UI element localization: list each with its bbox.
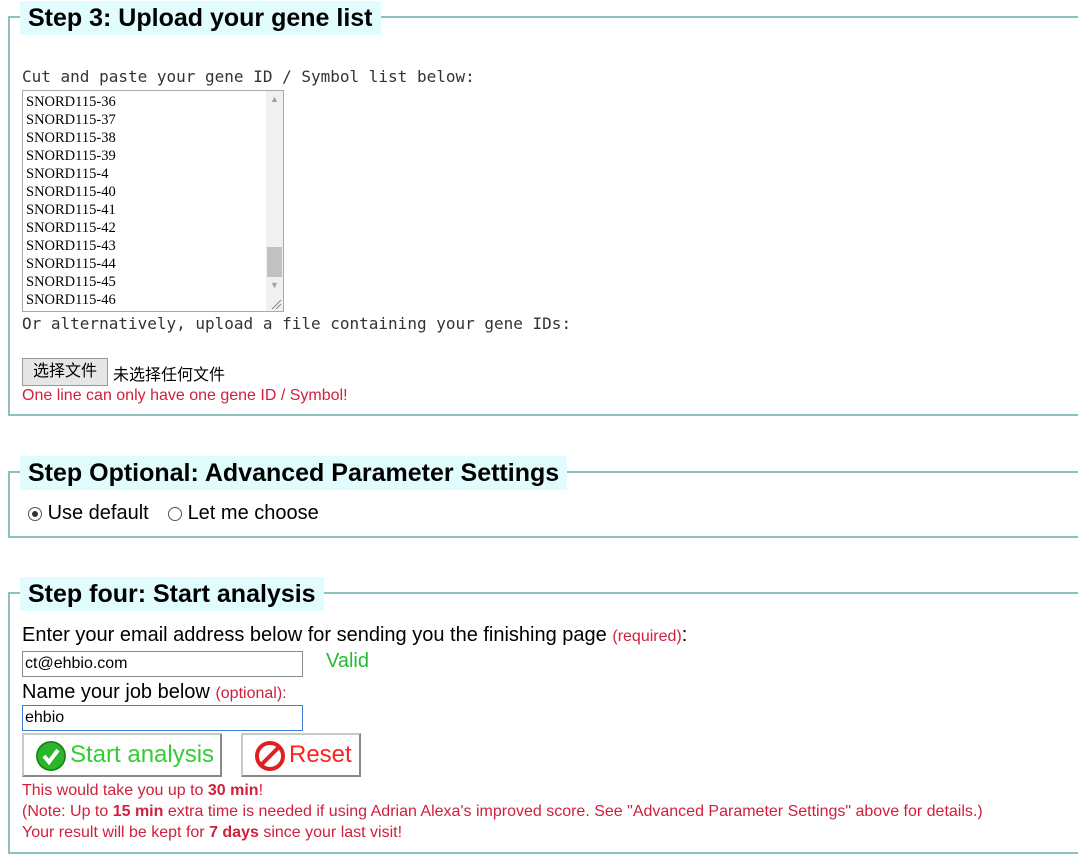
email-valid-status: Valid	[326, 650, 369, 672]
gene-list-line: SNORD115-38	[26, 130, 116, 146]
time-note: This would take you up to 30 min!	[22, 780, 263, 801]
email-input[interactable]: ct@ehbio.com	[22, 651, 303, 677]
radio-unchecked-icon[interactable]	[168, 506, 182, 521]
email-label-line: Enter your email address below for sendi…	[22, 624, 687, 647]
job-label-line: Name your job below (optional):	[22, 681, 287, 704]
gene-list-line: SNORD115-46	[26, 292, 116, 308]
scroll-thumb[interactable]	[267, 247, 282, 277]
radio-use-default[interactable]: Use default	[28, 502, 149, 525]
gene-list-line: SNORD115-4	[26, 166, 109, 182]
radio-checked-icon[interactable]	[28, 506, 42, 521]
reset-label: Reset	[289, 741, 352, 768]
retention-post: since your last visit!	[258, 824, 403, 841]
extra-time-note: (Note: Up to 15 min extra time is needed…	[22, 801, 983, 822]
textarea-scrollbar[interactable]: ▲ ▼	[266, 91, 283, 296]
radio-use-default-label: Use default	[47, 502, 149, 524]
job-label: Name your job below	[22, 681, 210, 703]
optional-tag: (optional):	[215, 685, 287, 702]
step3-section: Step 3: Upload your gene list Cut and pa…	[8, 1, 1078, 416]
gene-list-lines: SNORD115-36 SNORD115-37 SNORD115-38 SNORD11…	[26, 93, 116, 309]
gene-list-line: SNORD115-40	[26, 184, 116, 200]
gene-list-line: SNORD115-45	[26, 274, 116, 290]
gene-list-textarea[interactable]: SNORD115-36 SNORD115-37 SNORD115-38 SNORD11…	[22, 90, 284, 312]
retention-note: Your result will be kept for 7 days sinc…	[22, 822, 402, 843]
time-note-bold: 30 min	[207, 782, 259, 799]
paste-label: Cut and paste your gene ID / Symbol list…	[22, 67, 475, 86]
upload-label: Or alternatively, upload a file containi…	[22, 314, 572, 333]
choose-file-button[interactable]: 选择文件	[22, 358, 108, 386]
step4-section: Step four: Start analysis Enter your ema…	[8, 577, 1078, 854]
extra-time-post: extra time is needed if using Adrian Ale…	[163, 803, 983, 820]
step3-legend: Step 3: Upload your gene list	[20, 1, 381, 35]
start-analysis-button[interactable]: Start analysis	[22, 733, 222, 777]
retention-bold: 7 days	[209, 824, 259, 841]
scroll-up-arrow-icon[interactable]: ▲	[266, 91, 283, 108]
no-entry-icon	[255, 741, 285, 771]
checkmark-icon	[36, 741, 66, 771]
scroll-down-arrow-icon[interactable]: ▼	[266, 277, 283, 294]
step4-legend: Step four: Start analysis	[20, 577, 324, 611]
extra-time-bold: 15 min	[112, 803, 164, 820]
start-analysis-label: Start analysis	[70, 741, 215, 768]
gene-list-line: SNORD115-41	[26, 202, 116, 218]
gene-list-line: SNORD115-39	[26, 148, 116, 164]
step-optional-section: Step Optional: Advanced Parameter Settin…	[8, 456, 1078, 538]
gene-list-line: SNORD115-42	[26, 220, 116, 236]
required-tag: (required)	[612, 628, 682, 645]
gene-list-line: SNORD115-37	[26, 112, 116, 128]
email-label: Enter your email address below for sendi…	[22, 624, 607, 646]
time-note-pre: This would take you up to	[22, 782, 208, 799]
radio-let-me-choose[interactable]: Let me choose	[168, 502, 319, 525]
gene-list-line: SNORD115-43	[26, 238, 116, 254]
extra-time-pre: (Note: Up to	[22, 803, 113, 820]
email-colon: :	[681, 624, 688, 646]
retention-pre: Your result will be kept for	[22, 824, 210, 841]
time-note-post: !	[258, 782, 264, 799]
reset-button[interactable]: Reset	[241, 733, 361, 777]
step-optional-legend: Step Optional: Advanced Parameter Settin…	[20, 456, 568, 490]
gene-list-line: SNORD115-36	[26, 94, 116, 110]
radio-let-me-choose-label: Let me choose	[187, 502, 319, 524]
one-per-line-warning: One line can only have one gene ID / Sym…	[22, 387, 348, 404]
file-status-text: 未选择任何文件	[113, 367, 226, 384]
resize-grip-icon[interactable]	[266, 294, 283, 311]
gene-list-line: SNORD115-44	[26, 256, 116, 272]
job-name-input[interactable]: ehbio	[22, 705, 303, 731]
